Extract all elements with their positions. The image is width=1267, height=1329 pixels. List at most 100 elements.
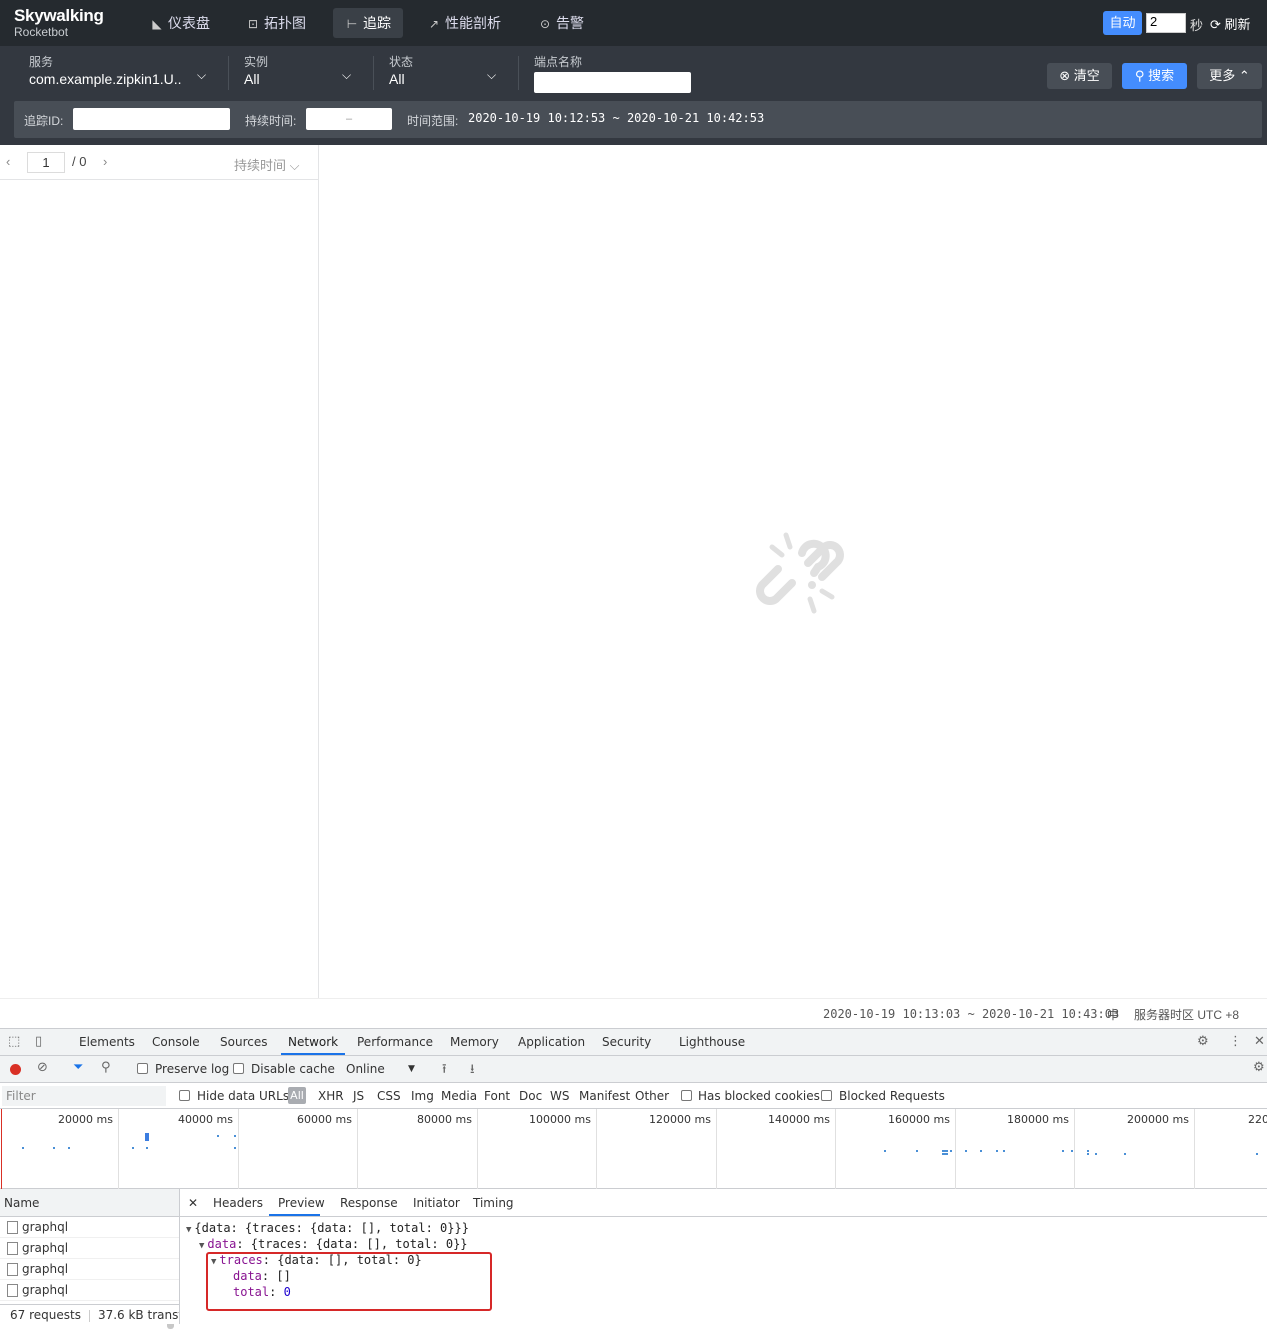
has-blocked-cookies-checkbox[interactable]: [681, 1090, 692, 1101]
nav-label: 追踪: [363, 15, 391, 31]
tab-sources[interactable]: Sources: [220, 1035, 267, 1049]
hide-data-urls-checkbox[interactable]: [179, 1090, 190, 1101]
time-range-label: 时间范围:: [407, 114, 459, 128]
name-column-header[interactable]: Name: [0, 1189, 179, 1217]
request-row[interactable]: graphql: [0, 1217, 179, 1238]
close-icon[interactable]: ✕: [188, 1196, 198, 1210]
chevron-right-icon[interactable]: ›: [103, 154, 107, 169]
filter-type-doc[interactable]: Doc: [519, 1089, 542, 1103]
nav-item-alarm[interactable]: ⊙ 告警: [526, 8, 596, 38]
filter-icon[interactable]: ⏷: [73, 1060, 83, 1075]
request-row[interactable]: graphql: [0, 1259, 179, 1280]
inspect-element-icon[interactable]: ⬚: [8, 1034, 20, 1049]
filter-type-ws[interactable]: WS: [550, 1089, 569, 1103]
tab-preview[interactable]: Preview: [278, 1196, 325, 1210]
divider: [228, 56, 229, 90]
nav-item-dashboard[interactable]: ◣ 仪表盘: [138, 8, 222, 38]
tab-security[interactable]: Security: [602, 1035, 651, 1049]
status-select[interactable]: 状态 All ⌵: [389, 54, 505, 90]
filter-type-other[interactable]: Other: [635, 1089, 669, 1103]
network-timeline-overview[interactable]: 20000 ms 40000 ms 60000 ms 80000 ms 1000…: [0, 1109, 1267, 1189]
refresh-interval-input[interactable]: 2: [1146, 13, 1186, 33]
upload-icon[interactable]: ⭱: [442, 1060, 447, 1082]
timeline-request-mark: [22, 1147, 24, 1149]
chevron-left-icon[interactable]: ‹: [6, 154, 10, 169]
tab-timing[interactable]: Timing: [473, 1196, 514, 1210]
tab-performance[interactable]: Performance: [357, 1035, 433, 1049]
tab-lighthouse[interactable]: Lighthouse: [679, 1035, 745, 1049]
timeline-request-mark: [1095, 1153, 1097, 1155]
logo[interactable]: Skywalking Rocketbot: [14, 7, 104, 40]
download-icon[interactable]: ⭳: [470, 1060, 475, 1082]
disable-cache-checkbox[interactable]: [233, 1063, 244, 1074]
expand-triangle-icon[interactable]: ▼: [186, 1225, 191, 1235]
language-toggle[interactable]: 中: [1107, 1006, 1119, 1023]
tab-headers[interactable]: Headers: [213, 1196, 263, 1210]
duration-input[interactable]: –: [306, 108, 392, 130]
file-icon: [7, 1242, 18, 1255]
more-button[interactable]: 更多 ⌃: [1197, 63, 1262, 89]
gear-icon[interactable]: ⚙: [1197, 1034, 1209, 1049]
device-toolbar-icon[interactable]: ▯: [35, 1034, 42, 1049]
filter-type-manifest[interactable]: Manifest: [579, 1089, 630, 1103]
filter-type-xhr[interactable]: XHR: [318, 1089, 344, 1103]
filter-type-css[interactable]: CSS: [377, 1089, 401, 1103]
caret-down-icon[interactable]: ▼: [408, 1064, 415, 1074]
nav-item-profile[interactable]: ↗ 性能剖析: [415, 8, 513, 38]
tab-initiator[interactable]: Initiator: [413, 1196, 460, 1210]
footer-time-range[interactable]: 2020-10-19 10:13:03 ~ 2020-10-21 10:43:0…: [823, 1007, 1119, 1021]
refresh-button[interactable]: ⟳ 刷新: [1210, 14, 1251, 33]
nav-label: 告警: [556, 15, 584, 31]
tab-network[interactable]: Network: [288, 1035, 338, 1049]
throttle-select[interactable]: Online: [346, 1062, 385, 1076]
filter-type-img[interactable]: Img: [411, 1089, 434, 1103]
nav-item-topology[interactable]: ⊡ 拓扑图: [234, 8, 318, 38]
filter-type-js[interactable]: JS: [353, 1089, 364, 1103]
expand-triangle-icon[interactable]: ▼: [199, 1241, 204, 1251]
timezone-label: 服务器时区 UTC +8: [1134, 1008, 1240, 1022]
filter-type-font[interactable]: Font: [484, 1089, 510, 1103]
filter-input[interactable]: Filter: [2, 1086, 166, 1106]
timeline-request-mark: [53, 1147, 55, 1149]
close-icon[interactable]: ✕: [1254, 1034, 1265, 1049]
blocked-requests-checkbox[interactable]: [821, 1090, 832, 1101]
request-name: graphql: [22, 1241, 69, 1255]
clear-icon[interactable]: ⊘: [37, 1060, 48, 1075]
service-select[interactable]: 服务 com.example.zipkin1.U... ⌵: [29, 54, 215, 90]
timeline-request-mark: [942, 1150, 948, 1152]
instance-select[interactable]: 实例 All ⌵: [244, 54, 360, 90]
highlight-annotation-box: [206, 1252, 492, 1311]
logo-subtitle: Rocketbot: [14, 25, 69, 39]
page-input[interactable]: 1: [27, 152, 65, 173]
filter-type-all[interactable]: All: [288, 1087, 306, 1104]
trace-filter-bar: 服务 com.example.zipkin1.U... ⌵ 实例 All ⌵ 状…: [0, 46, 1267, 145]
request-name: graphql: [22, 1262, 69, 1276]
auto-refresh-button[interactable]: 自动: [1103, 11, 1142, 35]
search-icon[interactable]: ⚲: [101, 1060, 111, 1075]
preserve-log-checkbox[interactable]: [137, 1063, 148, 1074]
network-filter-bar: Filter Hide data URLs All XHR JS CSS Img…: [0, 1083, 1267, 1109]
request-row[interactable]: graphql: [0, 1280, 179, 1301]
tab-elements[interactable]: Elements: [79, 1035, 135, 1049]
timeline-request-mark: [980, 1150, 982, 1152]
sort-select[interactable]: 持续时间 ⌵: [234, 155, 300, 174]
tab-application[interactable]: Application: [518, 1035, 585, 1049]
filter-type-media[interactable]: Media: [441, 1089, 477, 1103]
tab-memory[interactable]: Memory: [450, 1035, 499, 1049]
nav-item-trace[interactable]: ⊢ 追踪: [333, 8, 403, 38]
time-range-value[interactable]: 2020-10-19 10:12:53 ~ 2020-10-21 10:42:5…: [468, 111, 764, 125]
record-icon[interactable]: [10, 1064, 21, 1075]
clear-button[interactable]: ⊗ 清空: [1047, 63, 1112, 89]
search-button[interactable]: ⚲ 搜索: [1122, 63, 1187, 89]
tab-response[interactable]: Response: [340, 1196, 398, 1210]
more-vertical-icon[interactable]: ⋮: [1229, 1034, 1242, 1049]
gear-icon[interactable]: ⚙: [1253, 1060, 1265, 1075]
traceid-input[interactable]: [73, 108, 230, 130]
request-row[interactable]: graphql: [0, 1238, 179, 1259]
timeline-request-mark: [1087, 1153, 1089, 1155]
timeline-request-mark: [145, 1133, 149, 1141]
tab-console[interactable]: Console: [152, 1035, 200, 1049]
chevron-down-icon: ⌵: [342, 68, 352, 82]
trace-detail-panel: [320, 145, 1267, 998]
endpoint-input[interactable]: [534, 72, 691, 93]
